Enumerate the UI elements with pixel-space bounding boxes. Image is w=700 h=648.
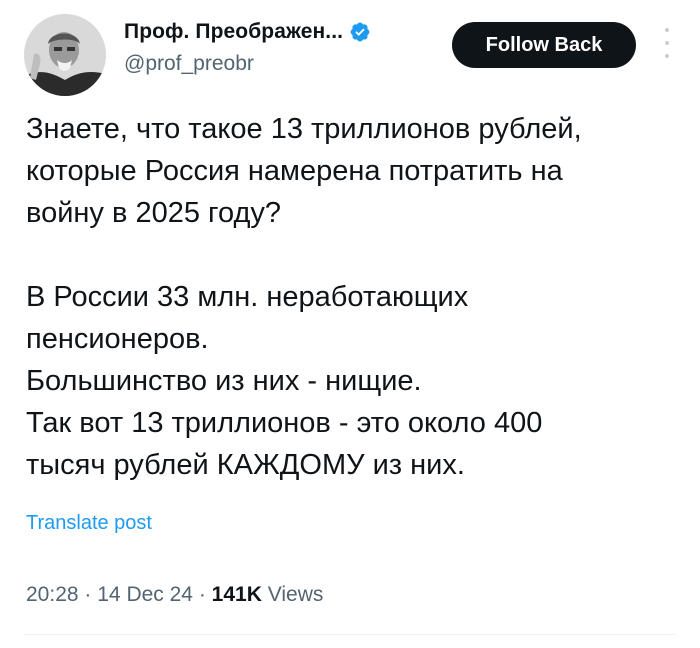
verified-badge-icon [349,21,371,43]
author-display-name[interactable]: Проф. Преображен... [124,20,343,44]
views-count: 141K [211,583,262,606]
follow-back-button[interactable]: Follow Back [452,22,636,68]
divider [24,634,676,635]
meta-separator: · [198,583,206,606]
post-date[interactable]: 14 Dec 24 [97,583,193,607]
meta-separator: · [84,583,92,606]
more-options-icon[interactable] [662,28,672,58]
post-metadata: 20:28 · 14 Dec 24 · 141K Views [26,583,323,607]
avatar-image [24,14,106,96]
tweet: Проф. Преображен... @prof_preobr Follow … [0,0,700,648]
post-time[interactable]: 20:28 [26,583,79,607]
post-text: Знаете, что такое 13 триллионов рублей, … [26,113,582,481]
author-handle[interactable]: @prof_preobr [124,52,254,76]
views-label: Views [267,583,324,606]
translate-post-link[interactable]: Translate post [26,512,152,535]
author-name-row: Проф. Преображен... [124,20,371,44]
avatar[interactable] [24,14,106,96]
